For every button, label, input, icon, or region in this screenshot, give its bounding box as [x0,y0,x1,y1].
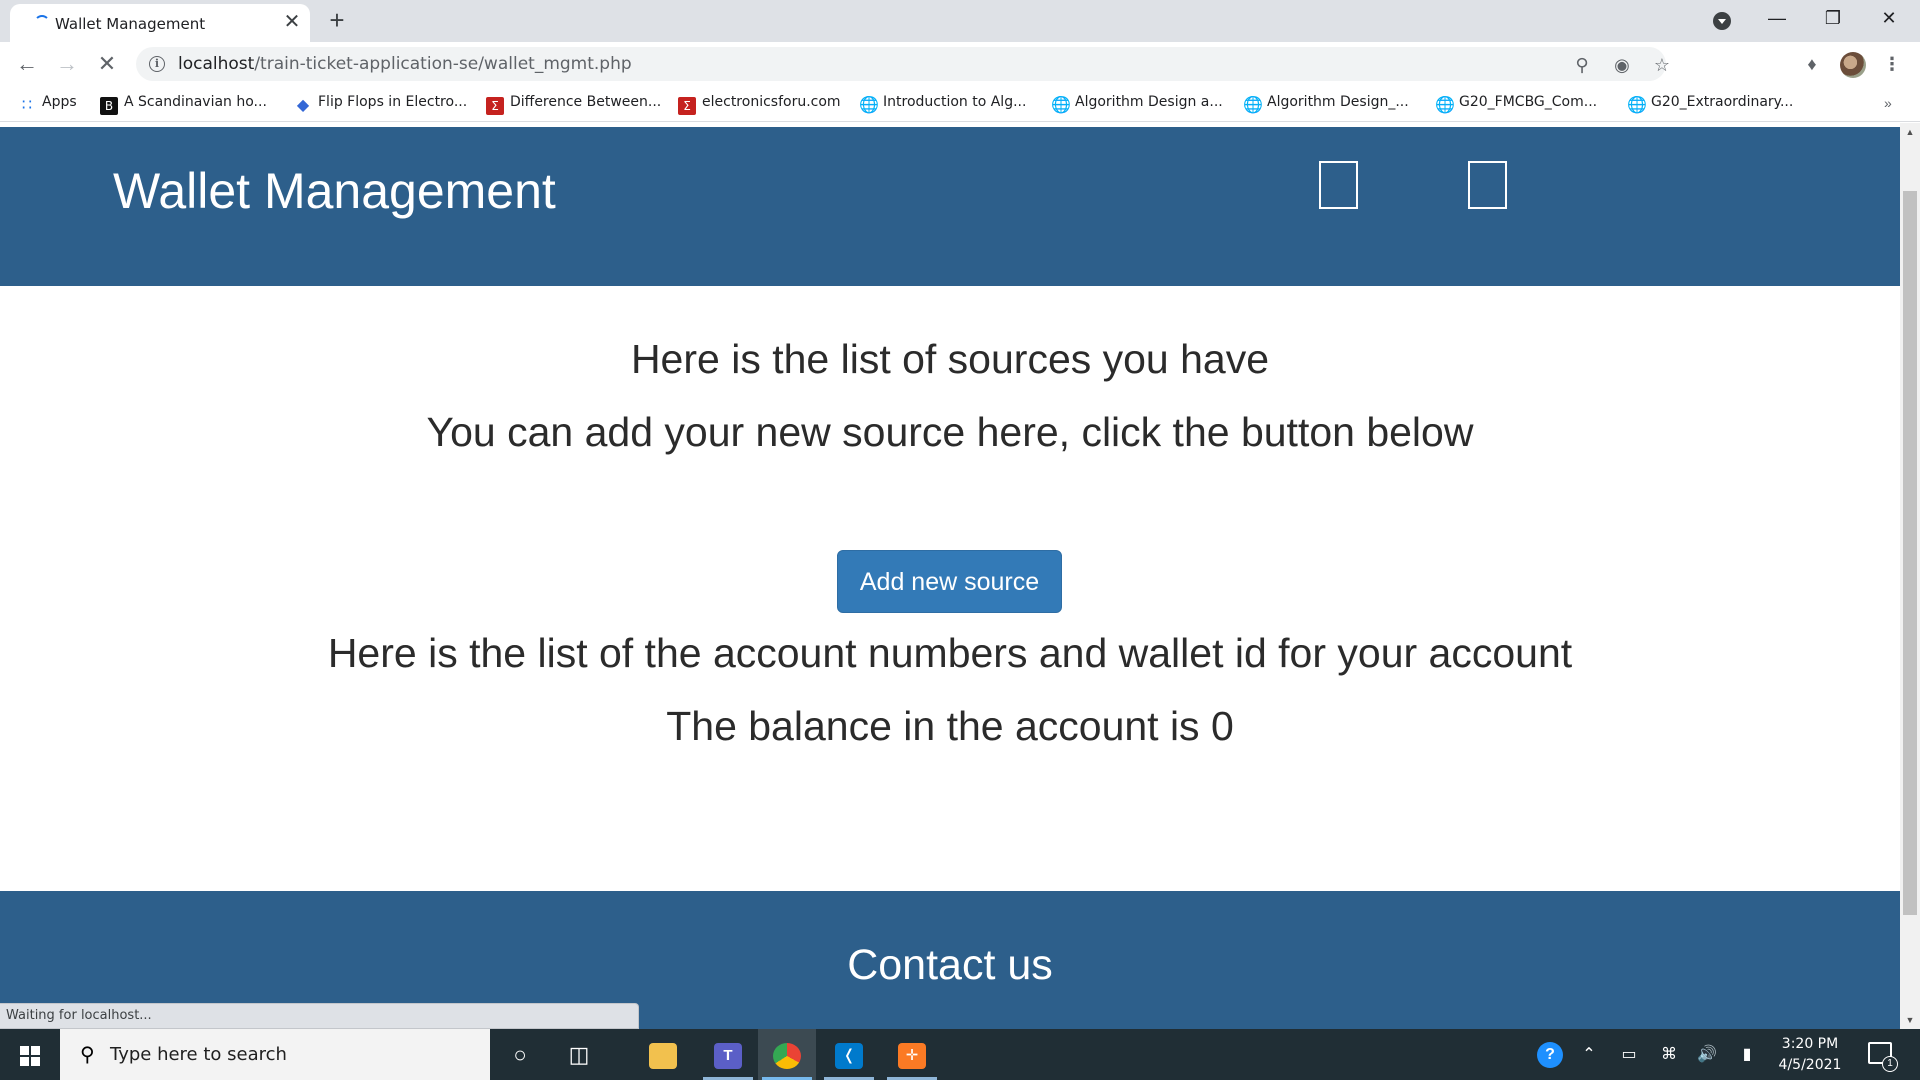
cortana-circle-icon[interactable]: ○ [491,1029,549,1080]
bookmark-item[interactable]: ◆ Flip Flops in Electro... [294,94,467,114]
menu-kebab-icon[interactable]: ⋮ [1880,52,1904,76]
url-text[interactable]: localhost/train-ticket-application-se/wa… [178,54,632,74]
notification-count-badge: 1 [1882,1056,1898,1072]
site-header: Wallet Management [0,127,1900,286]
tracking-eye-icon[interactable]: ◉ [1611,54,1633,76]
search-icon: ⚲ [80,1044,95,1066]
meet-now-icon[interactable]: ▭ [1616,1029,1642,1080]
header-icon-placeholder[interactable] [1319,161,1358,209]
bookmark-label: Flip Flops in Electro... [318,94,468,110]
bookmark-label: Algorithm Design a... [1075,94,1223,110]
address-bar[interactable]: i localhost/train-ticket-application-se/… [136,47,1670,81]
new-tab-button[interactable]: + [323,6,351,34]
restore-button[interactable]: ❐ [1810,0,1856,38]
volume-icon[interactable]: 🔊 [1694,1029,1720,1080]
loading-status-bubble: Waiting for localhost... [0,1003,639,1029]
add-new-source-button[interactable]: Add new source [837,550,1062,613]
windows-taskbar: ⚲ Type here to search ○ ◫ T ❬ ✛ ? ⌃ ▭ ⌘ … [0,1029,1920,1080]
extensions-puzzle-icon[interactable]: ♦ [1800,52,1824,76]
browser-tab-active[interactable]: Wallet Management ✕ [10,4,310,42]
loading-spinner-icon [34,15,50,31]
bookmark-label: electronicsforu.com [702,94,841,110]
sources-heading: Here is the list of sources you have [630,336,1270,382]
bookmark-item[interactable]: 🌐 Algorithm Design_... [1243,94,1409,114]
search-placeholder: Type here to search [110,1044,287,1065]
file-explorer-icon[interactable] [634,1029,692,1080]
wifi-icon[interactable]: ⌘ [1656,1029,1682,1080]
globe-icon: 🌐 [1051,95,1071,114]
bookmark-item[interactable]: ∷ Apps [18,94,77,114]
sigma-icon: Σ [486,97,504,115]
forward-arrow-icon[interactable]: → [52,49,82,79]
bookmark-star-icon[interactable]: ☆ [1651,54,1673,76]
site-info-icon[interactable]: i [149,56,165,72]
chrome-icon[interactable] [758,1029,816,1080]
windows-logo-icon [20,1046,40,1066]
globe-icon: 🌐 [1243,95,1263,114]
bookmark-item[interactable]: 🌐 Algorithm Design a... [1051,94,1223,114]
url-path: /train-ticket-application-se/wallet_mgmt… [254,54,632,74]
diamond-icon: ◆ [296,95,310,114]
contact-us-heading: Contact us [847,941,1053,989]
tab-close-icon[interactable]: ✕ [280,10,304,34]
bookmark-label: Introduction to Alg... [883,94,1027,110]
stop-loading-icon[interactable]: ✕ [92,49,122,79]
bookmarks-overflow-icon[interactable]: » [1884,95,1892,111]
accounts-heading: Here is the list of the account numbers … [327,630,1573,676]
bookmark-item[interactable]: 🌐 G20_FMCBG_Com... [1435,94,1597,114]
xampp-icon[interactable]: ✛ [883,1029,941,1080]
globe-icon: 🌐 [1435,95,1455,114]
teams-icon[interactable]: T [699,1029,757,1080]
start-button[interactable] [0,1029,58,1080]
bookmark-item[interactable]: 🌐 Introduction to Alg... [859,94,1026,114]
bookmarks-bar: ∷ Apps B A Scandinavian ho... ◆ Flip Flops … [0,86,1920,122]
page-viewport: Wallet Management Here is the list of so… [0,123,1900,1029]
globe-icon: 🌐 [859,95,879,114]
back-arrow-icon[interactable]: ← [12,49,42,79]
profile-avatar[interactable] [1840,52,1866,78]
minimize-button[interactable]: — [1754,0,1800,38]
bookmark-item[interactable]: Σ Difference Between... [486,94,662,115]
bookmark-item[interactable]: B A Scandinavian ho... [100,94,267,115]
add-source-prompt: You can add your new source here, click … [426,409,1474,455]
clock-time: 3:20 PM [1781,1036,1839,1052]
b-logo-icon: B [100,97,118,115]
taskbar-clock[interactable]: 3:20 PM 4/5/2021 [1760,1034,1860,1076]
bookmark-label: A Scandinavian ho... [124,94,267,110]
close-window-button[interactable]: ✕ [1866,0,1912,38]
browser-tab-strip: Wallet Management ✕ + — ❐ ✕ [0,0,1920,42]
balance-text: The balance in the account is 0 [666,703,1234,749]
scroll-up-icon[interactable]: ▲ [1900,123,1920,141]
bookmark-item[interactable]: 🌐 G20_Extraordinary... [1627,94,1793,114]
clock-date: 4/5/2021 [1778,1057,1842,1073]
scroll-down-icon[interactable]: ▼ [1900,1011,1920,1029]
scrollbar-thumb[interactable] [1903,191,1917,915]
help-icon[interactable]: ? [1532,1029,1568,1080]
bookmark-label: G20_FMCBG_Com... [1459,94,1598,110]
site-title: Wallet Management [113,163,556,219]
task-view-icon[interactable]: ◫ [550,1029,608,1080]
apps-grid-icon: ∷ [21,95,33,114]
sigma-icon: Σ [678,97,696,115]
bookmark-label: Algorithm Design_... [1267,94,1409,110]
taskbar-search-box[interactable]: ⚲ Type here to search [60,1029,490,1080]
browser-toolbar: ← → ✕ i localhost/train-ticket-applicati… [0,42,1920,86]
vscode-icon[interactable]: ❬ [820,1029,878,1080]
bookmark-label: G20_Extraordinary... [1651,94,1794,110]
tray-chevron-up-icon[interactable]: ⌃ [1576,1029,1602,1080]
battery-icon[interactable]: ▮ [1734,1029,1760,1080]
tab-search-icon[interactable] [1713,12,1731,30]
globe-icon: 🌐 [1627,95,1647,114]
bookmark-label: Difference Between... [510,94,662,110]
tab-title: Wallet Management [55,15,206,33]
zoom-icon[interactable]: ⚲ [1571,54,1593,76]
url-host: localhost [178,54,255,74]
bookmark-item[interactable]: Σelectronicsforu.com [678,94,841,115]
page-scrollbar[interactable]: ▲ ▼ [1900,123,1920,1029]
header-icon-placeholder[interactable] [1468,161,1507,209]
bookmark-label: Apps [42,94,77,110]
